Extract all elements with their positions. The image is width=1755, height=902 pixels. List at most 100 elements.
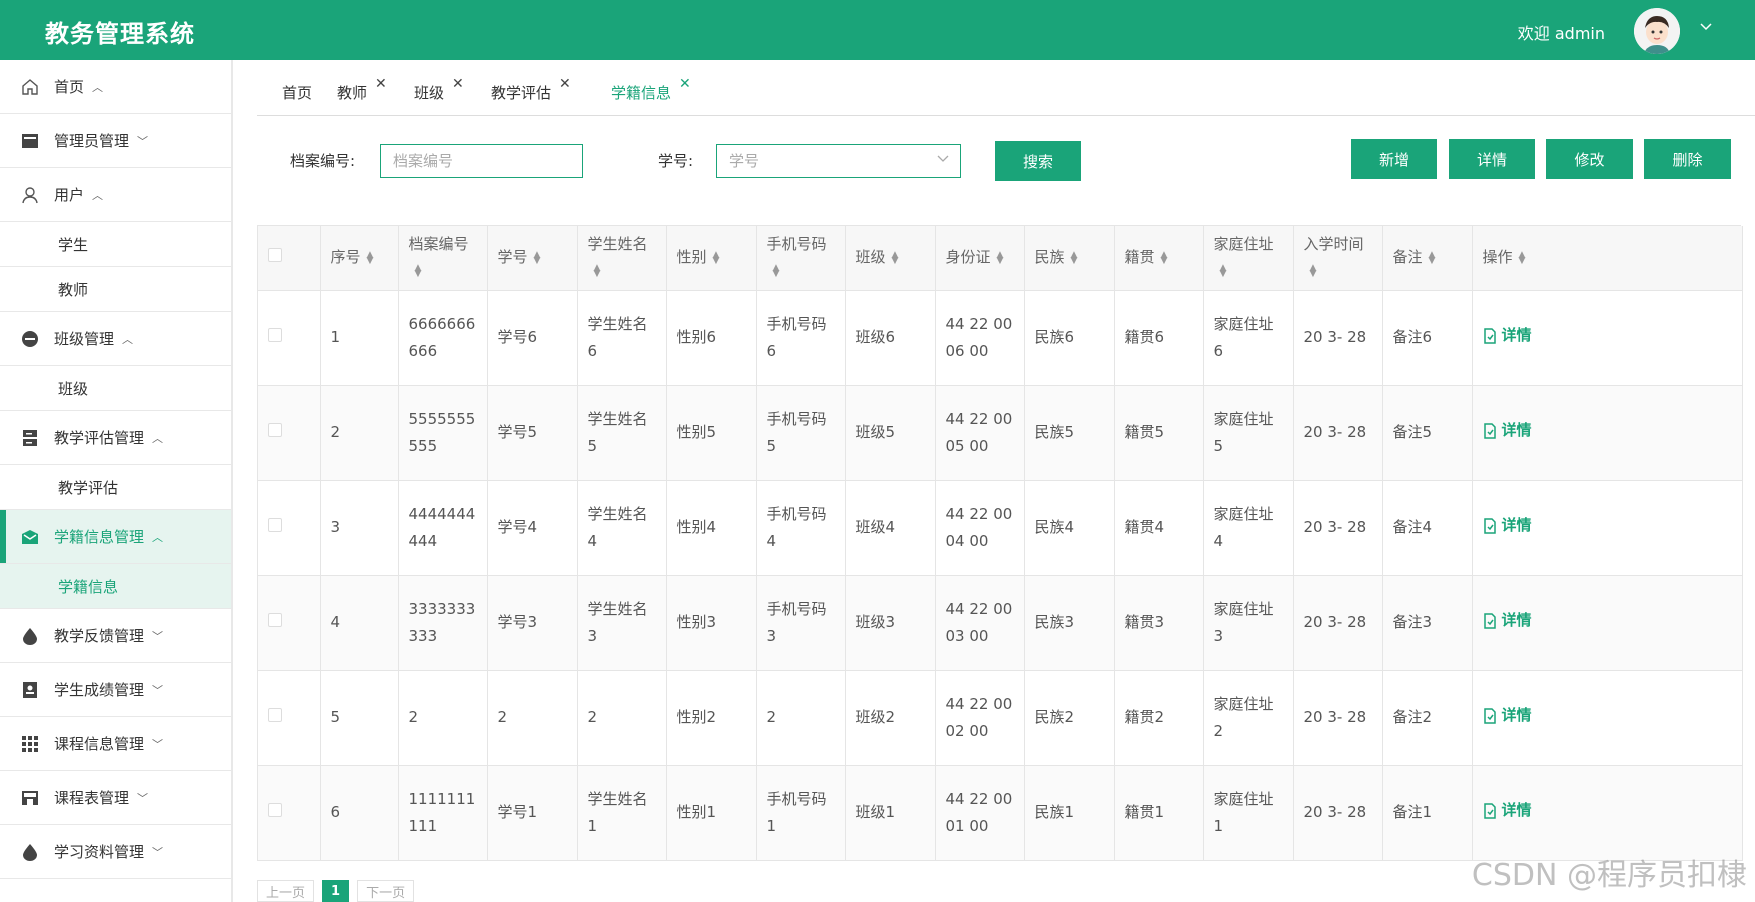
sort-icon[interactable]: ▲ ▼ (1161, 250, 1169, 265)
user-icon (20, 185, 40, 205)
cell-sid: 学号4 (487, 480, 578, 576)
header-name[interactable]: 学生姓名 ▲ ▼ (577, 226, 667, 291)
sort-icon[interactable]: ▲ ▼ (367, 250, 375, 265)
header-enroll-date[interactable]: 入学时间 ▲ ▼ (1293, 226, 1383, 291)
sidebar-item-material-mgmt[interactable]: 学习资料管理 ﹀ (0, 825, 231, 879)
table-row[interactable]: 6 1111111111 学号1 学生姓名1 性别1 手机号码1 班级1 44 22 00 0… (258, 765, 1743, 861)
sidebar-subitem-student[interactable]: 学生 (0, 222, 231, 267)
sidebar-item-label: 用户 (54, 186, 85, 204)
header-file-no[interactable]: 档案编号 ▲ ▼ (398, 226, 488, 291)
tab-eval[interactable]: 教学评估 ✕ (491, 76, 571, 103)
file-no-input[interactable] (380, 144, 583, 178)
row-select-cell[interactable] (258, 480, 321, 576)
add-button[interactable]: 新增 (1351, 139, 1437, 179)
sort-icon[interactable]: ▲ ▼ (892, 250, 900, 265)
student-id-input[interactable] (716, 144, 961, 178)
sidebar-item-home[interactable]: 首页 ︿ (0, 60, 231, 114)
table-row[interactable]: 2 5555555555 学号5 学生姓名5 性别5 手机号码5 班级5 44 22 00 0… (258, 385, 1743, 481)
tab-home[interactable]: 首页 (282, 82, 312, 103)
sidebar-item-course-mgmt[interactable]: 课程信息管理 ﹀ (0, 717, 231, 771)
table-row[interactable]: 5 2 2 2 性别2 2 班级2 44 22 00 02 00 民族2 籍贯2 家庭住址2 20 3… (258, 670, 1743, 766)
row-detail-link[interactable]: 详情 (1483, 702, 1532, 729)
row-checkbox[interactable] (268, 328, 282, 342)
sidebar-subitem-class[interactable]: 班级 (0, 366, 231, 411)
sidebar-item-roll-mgmt[interactable]: 学籍信息管理 ︿ (0, 510, 231, 564)
row-select-cell[interactable] (258, 385, 321, 481)
sidebar-item-score-mgmt[interactable]: 学生成绩管理 ﹀ (0, 663, 231, 717)
sidebar-subitem-roll[interactable]: 学籍信息 (0, 564, 231, 609)
page-1-button[interactable]: 1 (322, 880, 350, 902)
row-checkbox[interactable] (268, 708, 282, 722)
sort-icon[interactable]: ▲ ▼ (415, 264, 423, 279)
sidebar-item-eval-mgmt[interactable]: 教学评估管理 ︿ (0, 411, 231, 465)
sidebar-subitem-eval[interactable]: 教学评估 (0, 465, 231, 510)
row-select-cell[interactable] (258, 670, 321, 766)
row-detail-label: 详情 (1501, 516, 1532, 535)
table-row[interactable]: 4 3333333333 学号3 学生姓名3 性别3 手机号码3 班级3 44 22 00 0… (258, 575, 1743, 671)
row-select-cell[interactable] (258, 575, 321, 671)
sort-icon[interactable]: ▲ ▼ (773, 264, 781, 279)
chevron-down-icon[interactable] (1699, 20, 1713, 36)
row-detail-link[interactable]: 详情 (1483, 797, 1532, 824)
delete-button[interactable]: 删除 (1644, 139, 1731, 179)
select-all-cell[interactable] (258, 226, 321, 291)
sidebar-item-label: 学籍信息管理 (54, 528, 145, 546)
sidebar-item-admin[interactable]: 管理员管理 ﹀ (0, 114, 231, 168)
row-detail-label: 详情 (1501, 421, 1532, 440)
row-checkbox[interactable] (268, 518, 282, 532)
header-phone[interactable]: 手机号码 ▲ ▼ (756, 226, 846, 291)
row-checkbox[interactable] (268, 803, 282, 817)
sort-icon[interactable]: ▲ ▼ (1220, 264, 1228, 279)
sidebar-item-schedule-mgmt[interactable]: 课程表管理 ﹀ (0, 771, 231, 825)
header-class[interactable]: 班级 ▲ ▼ (845, 226, 936, 291)
close-icon[interactable]: ✕ (679, 76, 691, 92)
header-gender[interactable]: 性别 ▲ ▼ (666, 226, 757, 291)
edit-button[interactable]: 修改 (1546, 139, 1633, 179)
row-detail-link[interactable]: 详情 (1483, 322, 1532, 349)
sort-icon[interactable]: ▲ ▼ (713, 250, 721, 265)
next-page-button[interactable]: 下一页 (357, 880, 415, 902)
document-icon (1483, 708, 1496, 724)
sort-icon[interactable]: ▲ ▼ (534, 250, 542, 265)
close-icon[interactable]: ✕ (559, 76, 571, 92)
sort-icon[interactable]: ▲ ▼ (1429, 250, 1437, 265)
cell-gender: 性别6 (666, 290, 757, 386)
select-all-checkbox[interactable] (268, 248, 282, 263)
header-action[interactable]: 操作 ▲ ▼ (1472, 226, 1743, 291)
sidebar-item-class-mgmt[interactable]: 班级管理 ︿ (0, 312, 231, 366)
tab-class[interactable]: 班级 ✕ (414, 76, 464, 103)
close-icon[interactable]: ✕ (452, 76, 464, 92)
search-button[interactable]: 搜索 (995, 141, 1081, 181)
header-idcard[interactable]: 身份证 ▲ ▼ (935, 226, 1025, 291)
row-detail-link[interactable]: 详情 (1483, 607, 1532, 634)
row-detail-link[interactable]: 详情 (1483, 417, 1532, 444)
sidebar-item-user[interactable]: 用户 ︿ (0, 168, 231, 222)
sort-icon[interactable]: ▲ ▼ (1071, 250, 1079, 265)
table-row[interactable]: 1 6666666666 学号6 学生姓名6 性别6 手机号码6 班级6 44 22 00 0… (258, 290, 1743, 386)
sidebar-item-feedback-mgmt[interactable]: 教学反馈管理 ﹀ (0, 609, 231, 663)
header-note[interactable]: 备注 ▲ ▼ (1382, 226, 1473, 291)
row-select-cell[interactable] (258, 765, 321, 861)
sort-icon[interactable]: ▲ ▼ (1310, 264, 1318, 279)
table-row[interactable]: 3 4444444444 学号4 学生姓名4 性别4 手机号码4 班级4 44 22 00 0… (258, 480, 1743, 576)
header-address[interactable]: 家庭住址 ▲ ▼ (1203, 226, 1294, 291)
prev-page-button[interactable]: 上一页 (257, 880, 315, 902)
student-id-select[interactable] (716, 144, 961, 178)
sidebar-subitem-teacher[interactable]: 教师 (0, 267, 231, 312)
row-detail-link[interactable]: 详情 (1483, 512, 1532, 539)
header-no[interactable]: 序号 ▲ ▼ (320, 226, 399, 291)
header-nation[interactable]: 民族 ▲ ▼ (1024, 226, 1115, 291)
close-icon[interactable]: ✕ (375, 76, 387, 92)
sort-icon[interactable]: ▲ ▼ (997, 250, 1005, 265)
tab-roll-info[interactable]: 学籍信息 ✕ (611, 76, 691, 103)
row-select-cell[interactable] (258, 290, 321, 386)
detail-button[interactable]: 详情 (1449, 139, 1535, 179)
header-student-id[interactable]: 学号 ▲ ▼ (487, 226, 578, 291)
row-checkbox[interactable] (268, 613, 282, 627)
avatar[interactable] (1634, 8, 1680, 54)
sort-icon[interactable]: ▲ ▼ (1519, 250, 1527, 265)
sort-icon[interactable]: ▲ ▼ (594, 264, 602, 279)
row-checkbox[interactable] (268, 423, 282, 437)
tab-teacher[interactable]: 教师 ✕ (337, 76, 387, 103)
header-origin[interactable]: 籍贯 ▲ ▼ (1114, 226, 1204, 291)
